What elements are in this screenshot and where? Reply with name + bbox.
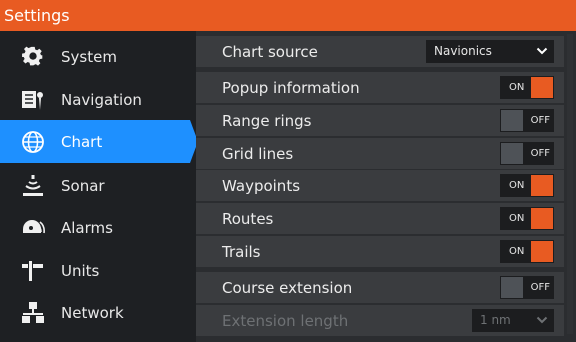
setting-row-range-rings: Range rings OFF xyxy=(196,105,564,136)
setting-row-waypoints: Waypoints ON xyxy=(196,170,564,201)
toggle-knob xyxy=(501,143,523,164)
globe-icon xyxy=(21,130,45,154)
chevron-down-icon xyxy=(536,47,548,55)
grid-lines-toggle[interactable]: OFF xyxy=(500,142,554,165)
sidebar-item-units[interactable]: Units xyxy=(0,249,196,292)
waypoints-toggle[interactable]: ON xyxy=(500,174,554,197)
toggle-state: ON xyxy=(509,180,525,191)
toggle-knob xyxy=(531,241,553,262)
setting-row-popup-information: Popup information ON xyxy=(196,72,564,103)
sidebar-item-alarms[interactable]: Alarms xyxy=(0,206,196,249)
course-extension-toggle[interactable]: OFF xyxy=(500,276,554,299)
range-rings-toggle[interactable]: OFF xyxy=(500,109,554,132)
toggle-state: OFF xyxy=(530,115,550,126)
navigation-icon xyxy=(21,88,45,112)
toggle-knob xyxy=(501,277,523,298)
sidebar-item-label: Navigation xyxy=(61,90,142,109)
sidebar-item-navigation[interactable]: Navigation xyxy=(0,78,196,121)
gear-icon xyxy=(21,45,45,69)
sidebar-item-label: Alarms xyxy=(61,218,113,237)
toggle-state: OFF xyxy=(530,148,550,159)
setting-row-routes: Routes ON xyxy=(196,203,564,234)
toggle-knob xyxy=(531,175,553,196)
units-icon xyxy=(21,259,45,283)
toggle-knob xyxy=(531,77,553,98)
toggle-knob xyxy=(531,208,553,229)
sidebar-item-label: System xyxy=(61,47,117,66)
setting-row-grid-lines: Grid lines OFF xyxy=(196,138,564,169)
scrollbar-thumb[interactable] xyxy=(567,34,573,334)
sidebar-item-network[interactable]: Network xyxy=(0,291,196,334)
alarm-icon xyxy=(21,216,45,240)
sidebar-item-label: Sonar xyxy=(61,176,105,195)
setting-row-extension-length: Extension length 1 nm xyxy=(196,305,564,336)
toggle-state: ON xyxy=(509,246,525,257)
toggle-knob xyxy=(501,110,523,131)
setting-row-chart-source: Chart source Navionics xyxy=(196,36,564,67)
toggle-state: ON xyxy=(509,82,525,93)
sidebar-item-sonar[interactable]: Sonar xyxy=(0,164,196,207)
sidebar-item-chart[interactable]: Chart xyxy=(0,120,196,163)
dropdown-value: 1 nm xyxy=(480,313,511,327)
dropdown-value: Navionics xyxy=(434,44,492,58)
sidebar-item-system[interactable]: System xyxy=(0,35,196,78)
toggle-state: OFF xyxy=(530,282,550,293)
sidebar-item-label: Network xyxy=(61,303,124,322)
setting-row-course-extension: Course extension OFF xyxy=(196,272,564,303)
window-title: Settings xyxy=(0,0,576,31)
sidebar-item-label: Units xyxy=(61,261,100,280)
chevron-down-icon xyxy=(536,316,548,324)
routes-toggle[interactable]: ON xyxy=(500,207,554,230)
chart-source-dropdown[interactable]: Navionics xyxy=(426,40,554,63)
setting-row-trails: Trails ON xyxy=(196,236,564,267)
toggle-state: ON xyxy=(509,213,525,224)
popup-information-toggle[interactable]: ON xyxy=(500,76,554,99)
sonar-icon xyxy=(21,174,45,198)
network-icon xyxy=(21,301,45,325)
sidebar-item-label: Chart xyxy=(61,132,103,151)
extension-length-dropdown[interactable]: 1 nm xyxy=(472,309,554,332)
trails-toggle[interactable]: ON xyxy=(500,240,554,263)
